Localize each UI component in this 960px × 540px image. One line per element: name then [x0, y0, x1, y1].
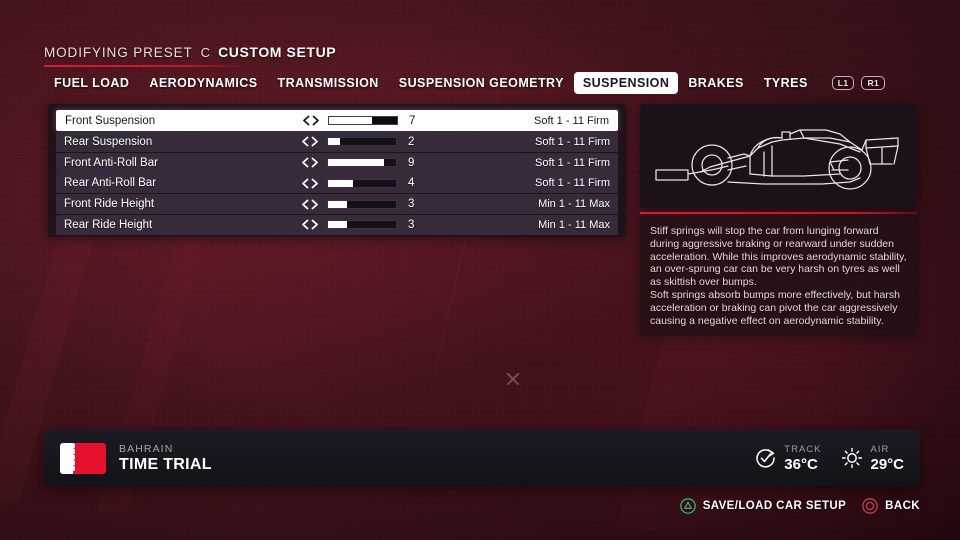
shoulder-button-hints: L1 R1 [831, 75, 886, 91]
slider-fill [328, 138, 341, 146]
save-load-car-setup-button[interactable]: SAVE/LOAD CAR SETUP [679, 498, 847, 514]
track-temperature-readout: TRACK 36°C [755, 444, 821, 473]
panel-divider [640, 212, 917, 214]
back-button[interactable]: BACK [862, 498, 920, 514]
tab-tyres[interactable]: TYRES [754, 72, 818, 94]
tab-fuel-load[interactable]: FUEL LOAD [44, 72, 139, 94]
weather-readouts: TRACK 36°C AIR 29°C [755, 444, 904, 473]
setting-label: Front Anti-Roll Bar [64, 156, 158, 169]
setting-row[interactable]: Rear Ride Height 3 Min 1 - 11 Max [56, 214, 618, 235]
track-temp-value: 36°C [784, 455, 818, 473]
setting-range-label: Soft 1 - 11 Firm [535, 156, 610, 169]
description-paragraph-1: Stiff springs will stop the car from lun… [650, 225, 907, 289]
value-stepper-arrows[interactable] [299, 219, 321, 230]
setting-value: 3 [408, 218, 415, 231]
suspension-settings-panel: Front Suspension 7 Soft 1 - 11 Firm Rear Su… [48, 104, 626, 237]
header-separator: C [200, 45, 211, 60]
header-prefix: MODIFYING PRESET [44, 45, 193, 60]
setting-value: 3 [408, 198, 415, 211]
ps-circle-icon [862, 498, 879, 514]
save-load-car-setup-label: SAVE/LOAD CAR SETUP [702, 500, 847, 512]
setting-slider[interactable] [327, 137, 401, 147]
track-temp-icon [756, 449, 776, 468]
tab-aerodynamics[interactable]: AERODYNAMICS [139, 72, 267, 94]
setting-range-label: Min 1 - 11 Max [538, 218, 610, 231]
setting-slider[interactable] [327, 178, 401, 188]
session-mode-label: TIME TRIAL [119, 455, 212, 473]
slider-fill [328, 200, 347, 208]
value-stepper-arrows[interactable] [300, 115, 322, 126]
session-text: BAHRAIN TIME TRIAL [119, 443, 212, 474]
air-temp-text: AIR 29°C [870, 444, 904, 473]
shoulder-button-r1[interactable]: R1 [861, 75, 886, 91]
bahrain-flag-icon [60, 442, 106, 474]
setting-slider[interactable] [327, 158, 401, 168]
car-preview-panel [640, 104, 917, 208]
track-temp-label: TRACK [784, 443, 822, 455]
setting-range-label: Soft 1 - 11 Firm [535, 177, 610, 190]
setting-row[interactable]: Rear Suspension 2 Soft 1 - 11 Firm [56, 131, 618, 152]
ps-triangle-icon [679, 498, 696, 514]
slider-track [327, 158, 397, 168]
value-stepper-arrows[interactable] [299, 199, 321, 210]
setting-row[interactable]: Front Ride Height 3 Min 1 - 11 Max [56, 194, 618, 215]
setup-tab-bar[interactable]: FUEL LOAD AERODYNAMICS TRANSMISSION SUSPENS… [44, 72, 924, 94]
air-temp-value: 29°C [870, 455, 904, 473]
slider-fill [328, 179, 353, 187]
setting-label: Rear Suspension [64, 135, 153, 148]
header-line: MODIFYING PRESET C CUSTOM SETUP [44, 44, 924, 60]
tab-suspension-geometry[interactable]: SUSPENSION GEOMETRY [389, 72, 574, 94]
slider-track [327, 199, 397, 209]
track-temp-text: TRACK 36°C [784, 444, 821, 473]
setting-row[interactable]: Rear Anti-Roll Bar 4 Soft 1 - 11 Firm [56, 173, 618, 194]
slider-track [327, 137, 397, 147]
slider-track [328, 116, 398, 125]
session-info-bar: BAHRAIN TIME TRIAL TRACK 36°C AIR 29°C [44, 430, 920, 486]
setting-range-label: Soft 1 - 11 Firm [534, 114, 609, 127]
shoulder-button-l1[interactable]: L1 [831, 75, 855, 91]
setting-row[interactable]: Front Anti-Roll Bar 9 Soft 1 - 11 Firm [56, 152, 618, 173]
page-header: MODIFYING PRESET C CUSTOM SETUP [44, 44, 924, 67]
air-temp-label: AIR [870, 443, 890, 455]
tab-transmission[interactable]: TRANSMISSION [268, 72, 389, 94]
setting-value: 9 [408, 156, 415, 169]
setting-value: 4 [408, 177, 415, 190]
slider-fill [329, 117, 373, 124]
setting-row[interactable]: Front Suspension 7 Soft 1 - 11 Firm [56, 110, 618, 131]
value-stepper-arrows[interactable] [299, 136, 321, 147]
sun-icon [842, 447, 863, 469]
setting-label: Front Suspension [65, 114, 156, 127]
setting-label: Front Ride Height [64, 198, 155, 211]
track-country-label: BAHRAIN [119, 442, 174, 455]
slider-fill [328, 221, 347, 229]
f1-car-outline-icon [654, 129, 899, 190]
header-underline [44, 65, 248, 67]
setting-label: Rear Anti-Roll Bar [64, 177, 157, 190]
setting-slider[interactable] [328, 116, 402, 125]
value-stepper-arrows[interactable] [299, 178, 321, 189]
setting-description-panel: Stiff springs will stop the car from lun… [640, 216, 917, 335]
slider-fill [328, 159, 384, 167]
setting-range-label: Soft 1 - 11 Firm [535, 135, 610, 148]
value-stepper-arrows[interactable] [299, 157, 321, 168]
description-paragraph-2: Soft springs absorb bumps more effective… [650, 288, 900, 327]
setting-value: 7 [409, 114, 416, 127]
page-title: CUSTOM SETUP [218, 44, 337, 60]
setting-range-label: Min 1 - 11 Max [538, 198, 610, 211]
setting-label: Rear Ride Height [64, 218, 153, 231]
center-crosshair-icon [505, 371, 521, 387]
setting-slider[interactable] [327, 220, 401, 230]
setting-slider[interactable] [327, 199, 401, 209]
tab-brakes[interactable]: BRAKES [678, 72, 753, 94]
flag-serration [73, 442, 82, 474]
footer-controls[interactable]: SAVE/LOAD CAR SETUP BACK [679, 498, 920, 514]
slider-track [327, 220, 397, 230]
back-label: BACK [885, 500, 920, 512]
air-temperature-readout: AIR 29°C [841, 444, 904, 473]
tab-suspension[interactable]: SUSPENSION [573, 72, 679, 94]
slider-track [327, 178, 397, 188]
setting-value: 2 [408, 135, 415, 148]
